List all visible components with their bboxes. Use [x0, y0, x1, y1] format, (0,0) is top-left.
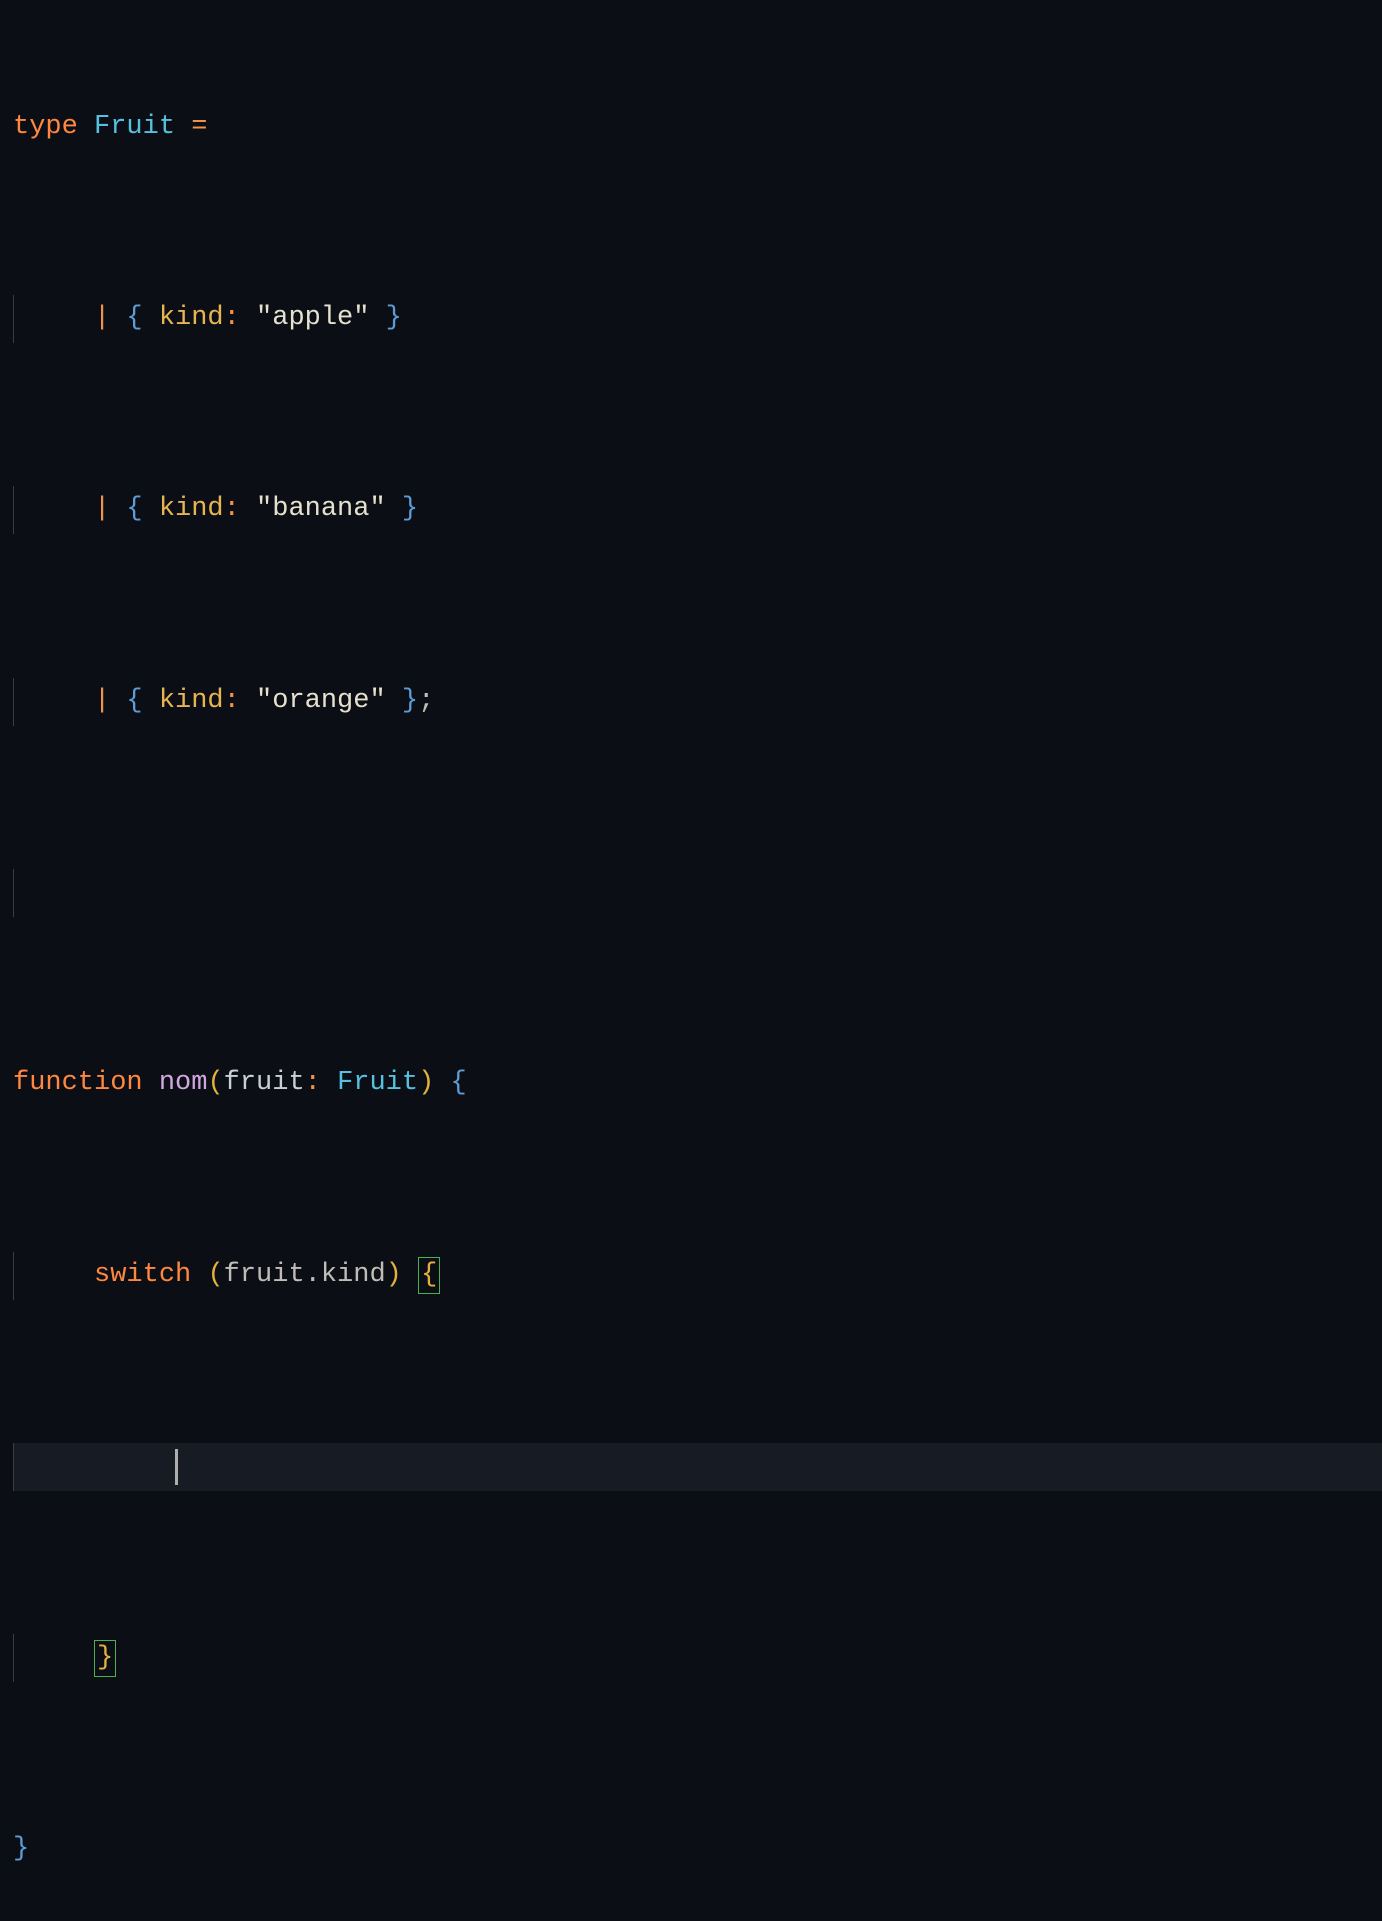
keyword-type: type — [13, 104, 78, 152]
paren-open: ( — [207, 1252, 223, 1300]
string-literal: "orange" — [256, 678, 386, 726]
semicolon: ; — [418, 678, 434, 726]
bracket-match-close: } — [94, 1640, 116, 1677]
operator-equals: = — [191, 104, 207, 152]
parameter-name: fruit — [224, 1060, 305, 1108]
brace-close: } — [402, 486, 418, 534]
indent-guide — [13, 678, 14, 726]
union-pipe: | — [94, 295, 110, 343]
indent-guide — [13, 1443, 14, 1491]
keyword-function: function — [13, 1060, 143, 1108]
indent-guide — [13, 1252, 14, 1300]
paren-open: ( — [207, 1060, 223, 1108]
property-name: kind — [159, 486, 224, 534]
indent-guide — [13, 1634, 14, 1682]
code-line[interactable]: } — [13, 1634, 1382, 1682]
brace-open: { — [450, 1060, 466, 1108]
bracket-match-open: { — [418, 1257, 440, 1294]
code-line[interactable]: type Fruit = — [13, 104, 1382, 152]
union-pipe: | — [94, 678, 110, 726]
string-literal: "apple" — [256, 295, 369, 343]
function-name: nom — [159, 1060, 208, 1108]
paren-close: ) — [386, 1252, 402, 1300]
indent-guide — [13, 486, 14, 534]
indent-guide — [13, 869, 14, 917]
code-line-active[interactable] — [13, 1443, 1382, 1491]
code-line[interactable]: function nom(fruit: Fruit) { — [13, 1060, 1382, 1108]
brace-open: { — [126, 678, 142, 726]
code-line[interactable]: switch (fruit.kind) { — [13, 1252, 1382, 1300]
property-access: kind — [321, 1252, 386, 1300]
brace-open: { — [126, 486, 142, 534]
identifier: fruit — [224, 1252, 305, 1300]
text-cursor — [175, 1449, 178, 1485]
code-line[interactable]: | { kind: "orange" }; — [13, 678, 1382, 726]
property-name: kind — [159, 295, 224, 343]
keyword-switch: switch — [94, 1252, 191, 1300]
union-pipe: | — [94, 486, 110, 534]
colon: : — [224, 486, 240, 534]
colon: : — [305, 1060, 321, 1108]
type-name: Fruit — [94, 104, 175, 152]
brace-open: { — [126, 295, 142, 343]
code-line[interactable]: } — [13, 1826, 1382, 1874]
colon: : — [224, 678, 240, 726]
code-line[interactable]: | { kind: "apple" } — [13, 295, 1382, 343]
brace-close: } — [13, 1826, 29, 1874]
brace-close: } — [386, 295, 402, 343]
indent-guide — [13, 295, 14, 343]
type-annotation: Fruit — [337, 1060, 418, 1108]
colon: : — [224, 295, 240, 343]
code-editor[interactable]: type Fruit = | { kind: "apple" } | { kin… — [0, 0, 1382, 1921]
code-line[interactable]: | { kind: "banana" } — [13, 486, 1382, 534]
string-literal: "banana" — [256, 486, 386, 534]
property-name: kind — [159, 678, 224, 726]
code-line-empty[interactable] — [13, 869, 1382, 917]
brace-close: } — [402, 678, 418, 726]
paren-close: ) — [418, 1060, 434, 1108]
dot: . — [305, 1252, 321, 1300]
